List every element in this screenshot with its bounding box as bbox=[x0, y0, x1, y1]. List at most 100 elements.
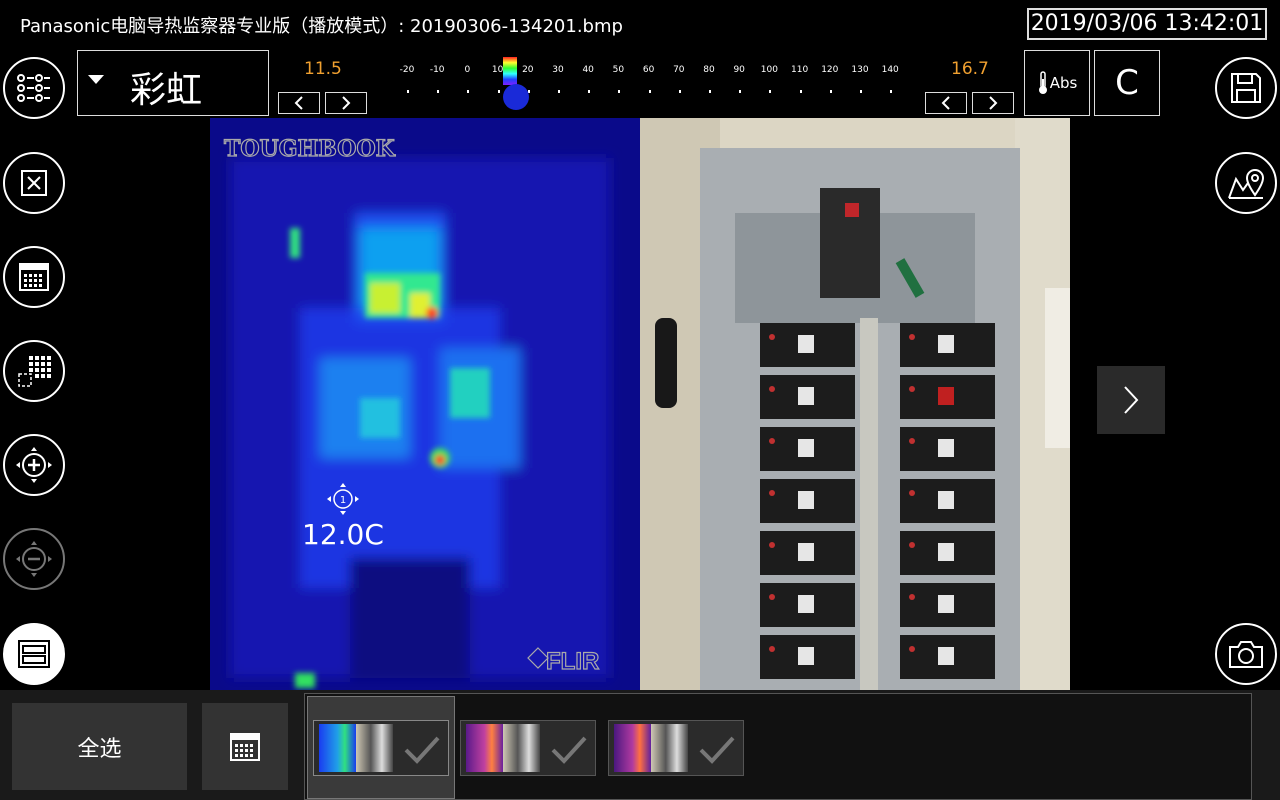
palette-label: 彩虹 bbox=[130, 70, 203, 111]
thumbnail-strip[interactable] bbox=[304, 693, 1252, 800]
zoom-in-button[interactable] bbox=[3, 434, 65, 496]
spot-marker[interactable]: 1 bbox=[326, 482, 360, 516]
scale-tick-mark bbox=[407, 90, 409, 93]
scale-tick-label: 140 bbox=[881, 65, 899, 75]
range-min-decrease-button[interactable] bbox=[278, 92, 320, 114]
scale-tick-mark bbox=[799, 90, 802, 93]
grid-select-icon bbox=[18, 356, 51, 387]
scale-tick-mark bbox=[860, 90, 862, 93]
save-button[interactable] bbox=[1215, 57, 1277, 119]
datetime-display: 2019/03/06 13:42:01 bbox=[1027, 8, 1267, 40]
breaker-toggle bbox=[798, 491, 814, 509]
scale-tick-mark bbox=[739, 90, 742, 93]
check-icon bbox=[699, 736, 735, 764]
chevron-down-icon bbox=[88, 75, 104, 84]
unit-toggle-button[interactable]: C bbox=[1094, 50, 1160, 116]
scale-tick-label: 20 bbox=[522, 65, 534, 75]
chevron-right-icon bbox=[342, 96, 351, 110]
scale-tick-label: 50 bbox=[612, 65, 625, 75]
camera-icon bbox=[1229, 641, 1263, 668]
breaker-led bbox=[909, 594, 915, 600]
breaker-led bbox=[769, 542, 775, 548]
zoom-out-button[interactable] bbox=[3, 528, 65, 590]
breaker-led bbox=[909, 490, 915, 496]
breaker-led bbox=[769, 386, 775, 392]
date-filter-button[interactable] bbox=[202, 703, 288, 790]
scale-tick-label: 120 bbox=[821, 65, 839, 75]
close-button[interactable] bbox=[3, 152, 65, 214]
save-icon bbox=[1231, 73, 1261, 103]
scale-tick-mark bbox=[829, 90, 832, 93]
scale-tick-mark bbox=[588, 90, 591, 93]
thumbnail-image bbox=[466, 724, 540, 772]
map-location-icon bbox=[1228, 169, 1265, 199]
scale-tick-mark bbox=[769, 90, 772, 93]
map-location-button[interactable] bbox=[1215, 152, 1277, 214]
breaker-toggle bbox=[938, 335, 954, 353]
breaker-panel-photo bbox=[640, 118, 1070, 690]
select-all-button[interactable]: 全选 bbox=[12, 703, 187, 790]
scale-tick-label: 90 bbox=[733, 65, 745, 75]
breaker-toggle bbox=[798, 387, 814, 405]
breaker-toggle bbox=[938, 491, 954, 509]
palette-color-bar bbox=[503, 57, 517, 85]
flir-watermark: FLIR bbox=[546, 648, 599, 675]
scale-tick-label: 60 bbox=[642, 65, 655, 75]
range-slider-handle[interactable] bbox=[503, 84, 529, 110]
range-max-value: 16.7 bbox=[951, 59, 989, 79]
chevron-left-icon bbox=[294, 96, 303, 110]
check-icon bbox=[551, 736, 587, 764]
breaker-toggle bbox=[938, 387, 954, 405]
breaker-led bbox=[909, 542, 915, 548]
breaker-led bbox=[769, 594, 775, 600]
settings-list-button[interactable] bbox=[3, 57, 65, 119]
breaker-led bbox=[909, 646, 915, 652]
thumbnail-item[interactable] bbox=[313, 720, 449, 776]
thumbnail-image bbox=[614, 724, 688, 772]
range-max-decrease-button[interactable] bbox=[925, 92, 967, 114]
grid-select-button[interactable] bbox=[3, 340, 65, 402]
camera-button[interactable] bbox=[1215, 623, 1277, 685]
abs-toggle-button[interactable]: Abs bbox=[1024, 50, 1090, 116]
breaker-toggle bbox=[938, 647, 954, 665]
range-max-increase-button[interactable] bbox=[972, 92, 1014, 114]
palette-dropdown[interactable]: 彩虹 bbox=[77, 50, 269, 116]
next-image-button[interactable] bbox=[1097, 366, 1165, 434]
scale-tick-mark bbox=[467, 90, 470, 93]
breaker-led bbox=[769, 490, 775, 496]
abs-label: Abs bbox=[1049, 74, 1078, 92]
breaker-toggle bbox=[798, 335, 814, 353]
scale-tick-label: 0 bbox=[464, 65, 471, 75]
close-icon bbox=[21, 170, 47, 196]
calendar-button[interactable] bbox=[3, 246, 65, 308]
breaker-led bbox=[769, 334, 775, 340]
visual-image[interactable] bbox=[640, 118, 1070, 690]
calendar-icon bbox=[230, 732, 260, 761]
view-layout-icon bbox=[18, 640, 50, 668]
scale-tick-label: -10 bbox=[429, 65, 445, 75]
breaker-led bbox=[769, 438, 775, 444]
list-settings-icon bbox=[17, 74, 50, 102]
scale-tick-label: 40 bbox=[582, 65, 594, 75]
zoom-in-icon bbox=[16, 447, 52, 483]
breaker-toggle bbox=[798, 647, 814, 665]
thumbnail-image bbox=[319, 724, 393, 772]
thermal-heatmap: TOUGHBOOK FLIR bbox=[210, 118, 640, 690]
view-layout-button[interactable] bbox=[3, 623, 65, 685]
scale-tick-mark bbox=[648, 90, 651, 93]
spot-crosshair-icon: 1 bbox=[327, 483, 359, 515]
scale-tick-mark bbox=[497, 90, 500, 93]
breaker-led bbox=[909, 438, 915, 444]
range-min-increase-button[interactable] bbox=[325, 92, 367, 114]
scale-tick-label: 100 bbox=[760, 65, 778, 75]
thermal-image[interactable]: TOUGHBOOK FLIR 1 12.0C bbox=[210, 118, 640, 690]
thumbnail-item[interactable] bbox=[608, 720, 744, 776]
breaker-toggle bbox=[938, 595, 954, 613]
temperature-scale[interactable]: -20 -10 0 10 20 30 40 50 60 70 80 90 100 110 120 130 140 bbox=[395, 60, 915, 110]
scale-tick-label: 130 bbox=[851, 65, 869, 75]
thumbnail-item[interactable] bbox=[460, 720, 596, 776]
scale-tick-mark bbox=[709, 90, 711, 93]
spot-temperature: 12.0C bbox=[302, 518, 384, 551]
breaker-toggle bbox=[938, 543, 954, 561]
breaker-toggle bbox=[798, 543, 814, 561]
